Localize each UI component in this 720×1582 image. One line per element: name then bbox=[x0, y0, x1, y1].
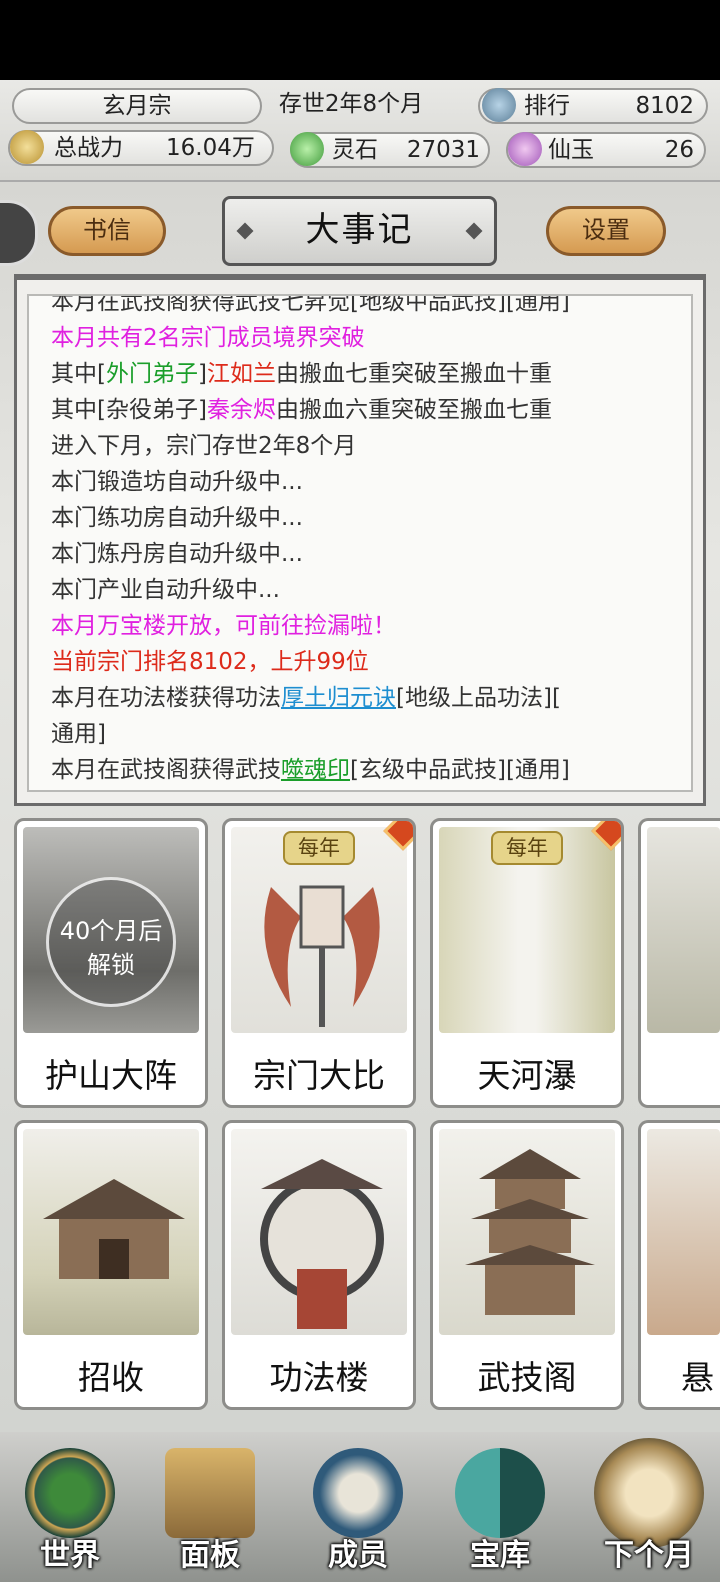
log-line: 其中[杂役弟子]秦余烬由搬血六重突破至搬血七重 bbox=[51, 392, 679, 428]
card-martial-pavilion[interactable]: 武技阁 bbox=[430, 1120, 624, 1410]
nav-panel[interactable]: 面板 bbox=[150, 1442, 270, 1582]
pagoda-icon bbox=[465, 1149, 595, 1315]
log-line: 本门产业自动升级中... bbox=[51, 577, 280, 603]
log-line: 本月在武技阁获得武技七昇觉[地级中品武技][通用] bbox=[51, 294, 570, 315]
log-text: 由搬血七重突破至搬血十重 bbox=[275, 361, 552, 387]
log-text: ] bbox=[197, 361, 207, 387]
log-text: 本月在武技阁获得武技 bbox=[51, 757, 281, 783]
scroll-icon bbox=[165, 1448, 255, 1538]
card-label: 悬 bbox=[681, 1358, 714, 1397]
nav-label: 世界 bbox=[40, 1538, 100, 1573]
nav-next-month[interactable]: 下个月 bbox=[584, 1438, 714, 1582]
hall-icon bbox=[43, 1179, 185, 1279]
nav-label: 下个月 bbox=[604, 1538, 694, 1573]
nav-treasury[interactable]: 宝库 bbox=[440, 1442, 560, 1582]
card-technique-tower[interactable]: 功法楼 bbox=[222, 1120, 416, 1410]
status-bar bbox=[0, 0, 720, 80]
event-log-frame: 本月在武技阁获得武技七昇觉[地级中品武技][通用] 本月共有2名宗门成员境界突破… bbox=[14, 274, 706, 806]
card-label: 武技阁 bbox=[477, 1358, 577, 1397]
log-text: 由搬血六重突破至搬血七重 bbox=[275, 397, 552, 423]
member-icon bbox=[313, 1448, 403, 1538]
log-line: 本月在功法楼获得功法厚土归元诀[地级上品功法][ bbox=[51, 680, 679, 716]
yearly-badge: 每年 bbox=[491, 831, 563, 865]
log-line: 本月共有2名宗门成员境界突破 bbox=[51, 325, 365, 351]
card-label: 招收 bbox=[78, 1358, 144, 1397]
card-label: 宗门大比 bbox=[253, 1056, 385, 1095]
log-line: 本月万宝楼开放，可前往捡漏啦！ bbox=[51, 613, 396, 639]
lingshi-value: 27031 bbox=[406, 137, 480, 163]
jade-icon bbox=[508, 132, 542, 166]
rank-value: 8102 bbox=[635, 93, 694, 119]
partial-art bbox=[647, 827, 720, 1033]
card-label: 天河瀑 bbox=[477, 1056, 577, 1095]
power-value: 16.04万 bbox=[166, 135, 255, 161]
card-label: 护山大阵 bbox=[45, 1056, 177, 1095]
log-line: 本门炼丹房自动升级中... bbox=[51, 541, 303, 567]
resource-header: 玄月宗 存世2年8个月 排行 8102 总战力 16.04万 灵石 27031 … bbox=[0, 80, 720, 182]
letters-button[interactable]: 书信 bbox=[48, 206, 166, 256]
technique-tower-art bbox=[231, 1129, 407, 1335]
power-plate[interactable]: 总战力 16.04万 bbox=[8, 130, 274, 166]
skill-link[interactable]: 噬魂印 bbox=[281, 757, 350, 783]
log-line: 当前宗门排名8102，上升99位 bbox=[51, 649, 369, 675]
settings-button[interactable]: 设置 bbox=[546, 206, 666, 256]
rank-label: 排行 bbox=[524, 93, 570, 119]
card-recruit[interactable]: 招收 bbox=[14, 1120, 208, 1410]
xianyu-label: 仙玉 bbox=[548, 137, 594, 163]
sect-name-plate[interactable]: 玄月宗 bbox=[12, 88, 262, 124]
power-label: 总战力 bbox=[54, 135, 123, 161]
unlock-time: 40个月后 bbox=[59, 917, 163, 946]
rank-icon bbox=[482, 88, 516, 122]
log-text: 其中[ bbox=[51, 361, 106, 387]
sect-name: 玄月宗 bbox=[102, 93, 172, 119]
unlock-label: 解锁 bbox=[87, 951, 135, 980]
pagoda-art bbox=[439, 1129, 615, 1335]
log-text: [地级上品功法][ bbox=[396, 685, 561, 711]
log-line: 本月在武技阁获得武技噬魂印[玄级中品武技][通用] bbox=[51, 752, 679, 788]
log-line: 进入下月，宗门存世2年8个月 bbox=[51, 433, 357, 459]
bottom-nav: 世界 面板 成员 宝库 下个月 bbox=[0, 1432, 720, 1582]
log-line: 其中[外门弟子]江如兰由搬血七重突破至搬血十重 bbox=[51, 356, 679, 392]
log-line: 本门练功房自动升级中... bbox=[51, 505, 303, 531]
sect-age: 存世2年8个月 bbox=[278, 91, 424, 117]
log-text: 本月在功法楼获得功法 bbox=[51, 685, 281, 711]
nav-world[interactable]: 世界 bbox=[10, 1442, 130, 1582]
tower-icon bbox=[260, 1159, 384, 1329]
spirit-stone-icon bbox=[290, 132, 324, 166]
nav-members[interactable]: 成员 bbox=[298, 1442, 418, 1582]
nav-label: 成员 bbox=[328, 1538, 388, 1573]
member-name: 秦余烬 bbox=[206, 397, 276, 423]
skill-link[interactable]: 厚土归元诀 bbox=[281, 685, 396, 711]
log-text: 其中[杂役弟子] bbox=[51, 397, 207, 423]
yearly-badge: 每年 bbox=[283, 831, 355, 865]
recruit-hall-art bbox=[23, 1129, 199, 1335]
log-line: 本门锻造坊自动升级中... bbox=[51, 469, 303, 495]
member-name: 江如兰 bbox=[206, 361, 276, 387]
partial-art bbox=[647, 1129, 720, 1335]
nav-label: 宝库 bbox=[470, 1538, 530, 1573]
card-sky-river-waterfall[interactable]: 每年 天河瀑 bbox=[430, 818, 624, 1108]
power-icon bbox=[10, 130, 44, 164]
mountain-array-art: 40个月后解锁 bbox=[23, 827, 199, 1033]
event-log[interactable]: 本月在武技阁获得武技七昇觉[地级中品武技][通用] 本月共有2名宗门成员境界突破… bbox=[27, 294, 693, 792]
yin-yang-icon bbox=[455, 1448, 545, 1538]
card-mountain-array[interactable]: 40个月后解锁 护山大阵 bbox=[14, 818, 208, 1108]
page-title: 大事记 bbox=[222, 196, 497, 266]
xianyu-value: 26 bbox=[664, 137, 694, 163]
log-line: 通用] bbox=[51, 721, 106, 747]
card-sect-tournament[interactable]: 每年 宗门大比 bbox=[222, 818, 416, 1108]
nav-label: 面板 bbox=[180, 1538, 240, 1573]
lingshi-label: 灵石 bbox=[332, 137, 378, 163]
card-partial-2[interactable]: 悬 bbox=[638, 1120, 720, 1410]
sect-age-plate: 存世2年8个月 bbox=[236, 88, 466, 124]
card-label: 功法楼 bbox=[269, 1358, 369, 1397]
world-icon bbox=[25, 1448, 115, 1538]
log-text: [玄级中品武技][通用] bbox=[350, 757, 570, 783]
rank-tag: 外门弟子 bbox=[105, 361, 198, 387]
locked-overlay: 40个月后解锁 bbox=[46, 877, 176, 1008]
card-partial[interactable] bbox=[638, 818, 720, 1108]
